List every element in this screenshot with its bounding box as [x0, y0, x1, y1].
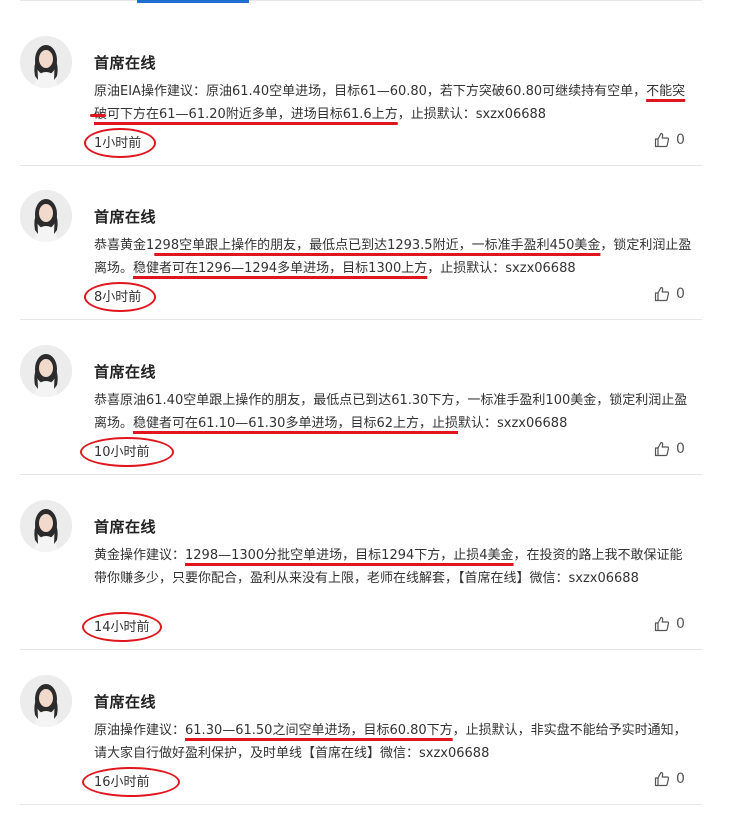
post-divider	[20, 649, 702, 650]
list-item: 首席在线 恭喜黄金1298空单跟上操作的朋友，最低点已到达1293.5附近，一标…	[20, 190, 702, 345]
post-divider	[20, 474, 702, 475]
list-item: 首席在线 恭喜原油61.40空单跟上操作的朋友，最低点已到达61.30下方，一标…	[20, 345, 702, 500]
post-time: 1小时前	[94, 136, 142, 151]
post-time: 16小时前	[94, 775, 150, 790]
content-text: 黄金操作建议：	[94, 548, 186, 563]
post-author[interactable]: 首席在线	[94, 361, 156, 382]
avatar[interactable]	[20, 675, 72, 727]
woman-portrait-icon	[20, 675, 72, 727]
thumbs-up-icon	[654, 771, 670, 787]
content-text-underlined: 61.30—61.50之间空单进场，目标60.80下方	[185, 723, 453, 738]
post-author[interactable]: 首席在线	[94, 516, 156, 537]
post-divider	[20, 804, 702, 805]
content-text: 原油操作建议：	[94, 723, 186, 738]
post-author[interactable]: 首席在线	[94, 52, 156, 73]
avatar[interactable]	[20, 345, 72, 397]
woman-portrait-icon	[20, 36, 72, 88]
post-time: 8小时前	[94, 290, 142, 305]
thumbs-up-icon	[654, 132, 670, 148]
post-content: 恭喜原油61.40空单跟上操作的朋友，最低点已到达61.30下方，一标准手盈利1…	[94, 389, 694, 435]
like-count: 0	[676, 771, 685, 787]
active-tab-indicator	[137, 0, 249, 3]
annotation-underline	[90, 114, 106, 117]
post-time: 10小时前	[94, 445, 150, 460]
thumbs-up-icon	[654, 286, 670, 302]
content-text-underlined: 稳健者可在1296—1294多单进场，目标1300上方	[133, 261, 428, 276]
content-text-underlined: 1298—1300分批空单进场，目标1294下方，止损4美金	[185, 548, 514, 563]
like-count: 0	[676, 132, 685, 148]
list-item: 首席在线 原油EIA操作建议：原油61.40空单进场，目标61—60.80，若下…	[20, 36, 702, 191]
like-button[interactable]: 0	[654, 616, 685, 632]
woman-portrait-icon	[20, 500, 72, 552]
top-divider	[20, 0, 702, 1]
like-count: 0	[676, 286, 685, 302]
post-content: 原油EIA操作建议：原油61.40空单进场，目标61—60.80，若下方突破60…	[94, 80, 694, 126]
like-button[interactable]: 0	[654, 286, 685, 302]
avatar[interactable]	[20, 500, 72, 552]
content-text-underlined: 298空单跟上操作的朋友，最低点已到达1293.5附近，一标准手盈利450美金	[154, 238, 601, 253]
like-count: 0	[676, 616, 685, 632]
like-count: 0	[676, 441, 685, 457]
avatar[interactable]	[20, 36, 72, 88]
content-text: 默认：sxzx06688	[458, 416, 568, 431]
content-text-underlined: 稳健者可在61.10—61.30多单进场，目标62上方，止损	[133, 416, 458, 431]
list-item: 首席在线 原油操作建议：61.30—61.50之间空单进场，目标60.80下方，…	[20, 675, 702, 830]
post-content: 原油操作建议：61.30—61.50之间空单进场，目标60.80下方，止损默认，…	[94, 719, 694, 765]
like-button[interactable]: 0	[654, 132, 685, 148]
post-content: 黄金操作建议：1298—1300分批空单进场，目标1294下方，止损4美金，在投…	[94, 544, 694, 590]
post-divider	[20, 319, 702, 320]
post-content: 恭喜黄金1298空单跟上操作的朋友，最低点已到达1293.5附近，一标准手盈利4…	[94, 234, 694, 280]
content-text: 恭喜黄金1	[94, 238, 155, 253]
woman-portrait-icon	[20, 345, 72, 397]
thumbs-up-icon	[654, 441, 670, 457]
content-text: ，止损默认：sxzx06688	[397, 107, 547, 122]
like-button[interactable]: 0	[654, 771, 685, 787]
post-author[interactable]: 首席在线	[94, 206, 156, 227]
post-author[interactable]: 首席在线	[94, 691, 156, 712]
woman-portrait-icon	[20, 190, 72, 242]
avatar[interactable]	[20, 190, 72, 242]
post-time: 14小时前	[94, 620, 150, 635]
post-divider	[20, 165, 702, 166]
content-text: ，止损默认：sxzx06688	[427, 261, 576, 276]
like-button[interactable]: 0	[654, 441, 685, 457]
content-text: 原油EIA操作建议：原油61.40空单进场，目标61—60.80，若下方突破60…	[94, 84, 647, 99]
thumbs-up-icon	[654, 616, 670, 632]
list-item: 首席在线 黄金操作建议：1298—1300分批空单进场，目标1294下方，止损4…	[20, 500, 702, 655]
